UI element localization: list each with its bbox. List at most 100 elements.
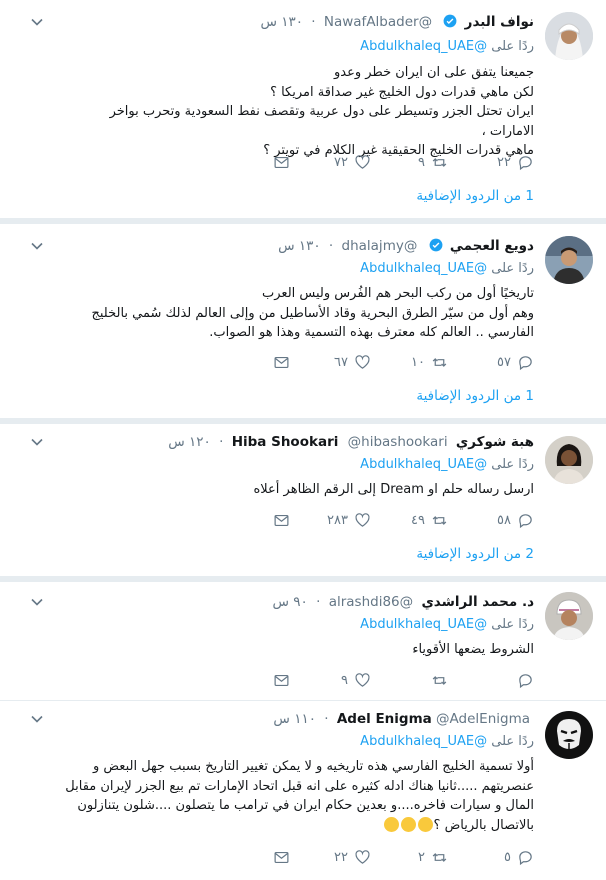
timestamp[interactable]: ١٢٠ س <box>168 434 211 450</box>
timestamp[interactable]: ٩٠ س <box>273 594 308 610</box>
timestamp[interactable]: ١٣٠ س <box>278 238 321 254</box>
like-button[interactable]: ٦٧ <box>334 352 371 372</box>
reply-mention-link[interactable]: @Abdulkhaleq_UAE <box>360 261 487 276</box>
like-count: ٢٢ <box>334 849 348 865</box>
replying-to: ردًا على @Abdulkhaleq_UAE <box>360 261 534 276</box>
timestamp[interactable]: ١١٠ س <box>273 711 316 727</box>
reply-count: ٥٨ <box>497 512 511 528</box>
reply-icon <box>519 155 532 170</box>
tweet[interactable]: هبة شوكري Hiba Shookari @hibashookari · … <box>0 424 606 577</box>
reply-button[interactable] <box>511 670 534 690</box>
reply-icon <box>519 513 532 528</box>
verified-badge-icon <box>429 238 443 252</box>
retweet-count: ١٠ <box>411 354 425 370</box>
avatar[interactable] <box>545 592 593 640</box>
tweet-text: أولا تسمية الخليج الفارسي هذه تاريخيه و … <box>64 757 534 835</box>
display-name-latin[interactable]: Hiba Shookari <box>232 434 339 450</box>
direct-message-button[interactable] <box>273 670 290 690</box>
tweet[interactable]: دويع العجمي @dhalajmy · ١٣٠ س ردًا على @… <box>0 224 606 419</box>
divider <box>0 700 606 701</box>
retweet-count: ٤٩ <box>411 512 425 528</box>
like-button[interactable]: ٢٨٣ <box>327 510 371 530</box>
tweet-text: تاريخيًا أول من ركب البحر هم الفُرس وليس… <box>91 286 534 340</box>
heart-icon <box>355 154 370 169</box>
user-handle[interactable]: @NawafAlbader <box>324 14 432 30</box>
retweet-icon <box>432 357 447 367</box>
tweet-actions: ٥ ٢ ٢٢ <box>0 847 606 867</box>
display-name[interactable]: هبة شوكري <box>456 434 534 450</box>
like-count: ٩ <box>341 672 348 688</box>
replying-to: ردًا على @Abdulkhaleq_UAE <box>360 617 534 632</box>
direct-message-button[interactable] <box>273 152 290 172</box>
user-handle[interactable]: @hibashookari <box>348 434 448 450</box>
tweet-header: د. محمد الراشدي @alrashdi86 · ٩٠ س <box>272 594 534 610</box>
display-name[interactable]: Adel Enigma <box>337 711 432 727</box>
divider <box>0 218 606 224</box>
like-button[interactable]: ٢٢ <box>334 847 371 867</box>
tweet[interactable]: Adel Enigma @AdelEnigma · ١١٠ س ردًا على… <box>0 701 606 880</box>
chevron-down-icon[interactable] <box>30 239 44 253</box>
replying-to: ردًا على @Abdulkhaleq_UAE <box>360 734 534 749</box>
reply-button[interactable]: ٥٧ <box>497 352 534 372</box>
retweet-icon <box>432 675 447 685</box>
display-name[interactable]: دويع العجمي <box>450 238 534 254</box>
verified-badge-icon <box>443 14 457 28</box>
reply-mention-link[interactable]: @Abdulkhaleq_UAE <box>360 734 487 749</box>
direct-message-button[interactable] <box>273 352 290 372</box>
direct-message-button[interactable] <box>273 510 290 530</box>
tweet[interactable]: د. محمد الراشدي @alrashdi86 · ٩٠ س ردًا … <box>0 582 606 701</box>
avatar[interactable] <box>545 236 593 284</box>
heart-icon <box>355 512 370 527</box>
reply-mention-link[interactable]: @Abdulkhaleq_UAE <box>360 617 487 632</box>
tweet-header: Adel Enigma @AdelEnigma · ١١٠ س <box>273 711 530 727</box>
chevron-down-icon[interactable] <box>30 435 44 449</box>
heart-icon <box>355 849 370 864</box>
tweet-actions: ٥٧ ١٠ ٦٧ <box>0 352 606 372</box>
reply-mention-link[interactable]: @Abdulkhaleq_UAE <box>360 39 487 54</box>
chevron-down-icon[interactable] <box>30 15 44 29</box>
tweet-text: جميعنا يتفق على ان ايران خطر وعدو لكن ما… <box>109 65 534 158</box>
avatar[interactable] <box>545 436 593 484</box>
retweet-button[interactable]: ٤٩ <box>411 510 448 530</box>
reply-icon <box>519 673 532 688</box>
like-count: ٧٢ <box>334 154 348 170</box>
retweet-count: ٢ <box>418 849 425 865</box>
tweet-text: الشروط يضعها الأقوياء <box>412 642 534 657</box>
divider <box>0 418 606 424</box>
reply-button[interactable]: ٢٢ <box>497 152 534 172</box>
retweet-icon <box>432 852 447 862</box>
tweet[interactable]: نواف البدر @NawafAlbader · ١٣٠ س ردًا عل… <box>0 0 606 219</box>
envelope-icon <box>274 851 289 863</box>
retweet-button[interactable]: ٩ <box>418 152 448 172</box>
display-name[interactable]: نواف البدر <box>465 14 534 30</box>
chevron-down-icon[interactable] <box>30 595 44 609</box>
envelope-icon <box>274 674 289 686</box>
heart-icon <box>355 672 370 687</box>
show-more-replies-link[interactable]: 1 من الردود الإضافية <box>416 188 534 204</box>
user-handle[interactable]: @AdelEnigma <box>436 711 530 727</box>
reply-button[interactable]: ٥٨ <box>497 510 534 530</box>
timestamp[interactable]: ١٣٠ س <box>260 14 303 30</box>
reply-button[interactable]: ٥ <box>504 847 534 867</box>
like-button[interactable]: ٩ <box>341 670 371 690</box>
retweet-icon <box>432 157 447 167</box>
avatar[interactable] <box>545 12 593 60</box>
user-handle[interactable]: @alrashdi86 <box>329 594 413 610</box>
like-button[interactable]: ٧٢ <box>334 152 371 172</box>
show-more-replies-link[interactable]: 2 من الردود الإضافية <box>416 546 534 562</box>
envelope-icon <box>274 156 289 168</box>
user-handle[interactable]: @dhalajmy <box>342 238 418 254</box>
retweet-button[interactable]: ٢ <box>418 847 448 867</box>
reply-icon <box>519 850 532 865</box>
replies-feed: نواف البدر @NawafAlbader · ١٣٠ س ردًا عل… <box>0 0 606 880</box>
reply-mention-link[interactable]: @Abdulkhaleq_UAE <box>360 457 487 472</box>
retweet-button[interactable] <box>425 670 448 690</box>
reply-count: ٥ <box>504 849 511 865</box>
direct-message-button[interactable] <box>273 847 290 867</box>
retweet-button[interactable]: ١٠ <box>411 352 448 372</box>
tweet-actions: ٢٢ ٩ ٧٢ <box>0 152 606 172</box>
display-name[interactable]: د. محمد الراشدي <box>421 594 534 610</box>
show-more-replies-link[interactable]: 1 من الردود الإضافية <box>416 388 534 404</box>
chevron-down-icon[interactable] <box>30 712 44 726</box>
avatar[interactable] <box>545 711 593 759</box>
